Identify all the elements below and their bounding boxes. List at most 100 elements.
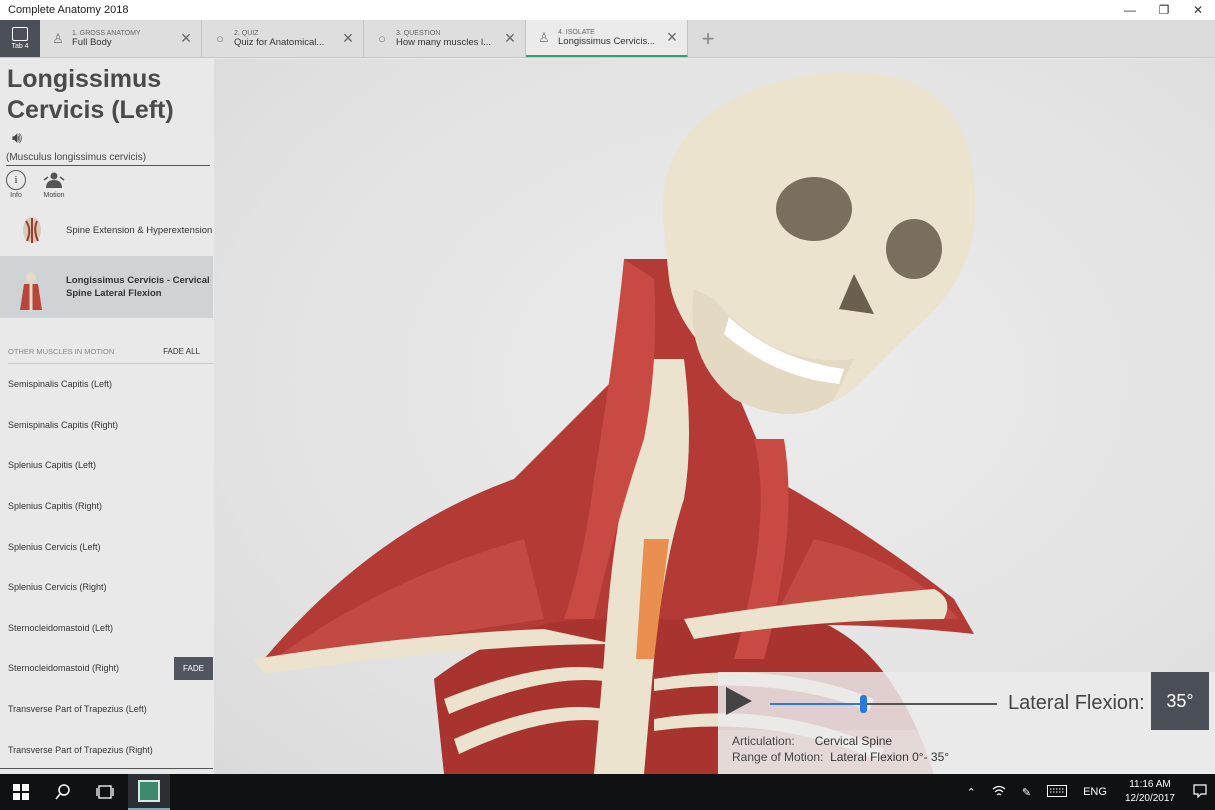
muscle-name: Transverse Part of Trapezius (Left) — [8, 704, 147, 715]
system-tray: ⌃ ✎ ENG 11:16 AM 12/20/2017 — [959, 774, 1215, 810]
motion-label: Lateral Flexion: — [1008, 692, 1145, 714]
close-tab-icon[interactable]: × — [339, 28, 357, 49]
tab-title: Longissimus Cervicis... — [558, 35, 656, 47]
search-icon[interactable] — [42, 774, 84, 810]
other-muscles-header: OTHER MUSCLES IN MOTION FADE ALL — [8, 340, 214, 364]
restore-button[interactable]: ❐ — [1147, 0, 1181, 20]
clock-date: 12/20/2017 — [1124, 793, 1175, 804]
latin-name: (Musculus longissimus cervicis) — [6, 152, 210, 166]
tab-category: 4. ISOLATE — [558, 28, 595, 36]
list-item[interactable]: Splenius Cervicis (Right) — [0, 567, 214, 608]
tab-gross-anatomy[interactable]: ♙ 1. GROSS ANATOMY Full Body × — [40, 20, 202, 57]
list-item[interactable]: Sternocleidomastoid (Right) FADE — [0, 648, 214, 689]
close-tab-icon[interactable]: × — [663, 27, 681, 48]
task-view-icon[interactable] — [84, 774, 126, 810]
list-item[interactable]: Semispinalis Capitis (Left) — [0, 364, 214, 405]
list-item[interactable]: Splenius Capitis (Right) — [0, 486, 214, 527]
motion-item-spine-extension[interactable]: Spine Extension & Hyperextension — [0, 208, 214, 252]
notifications-icon[interactable] — [1185, 783, 1215, 801]
tab-overview-button[interactable]: Tab 4 — [0, 20, 40, 57]
anatomy-model-image — [254, 72, 976, 774]
pen-icon[interactable]: ✎ — [1014, 786, 1039, 799]
pronounce-speaker-icon[interactable]: 🔊︎ — [0, 126, 214, 150]
tab-count-label: Tab 4 — [11, 43, 29, 50]
tab-category: 3. QUESTION — [396, 29, 441, 37]
app-logo-icon — [138, 780, 160, 802]
quiz-icon: ○ — [216, 31, 224, 46]
motion-item-lateral-flexion[interactable]: Longissimus Cervicis - Cervical Spine La… — [0, 256, 213, 318]
list-item[interactable]: Splenius Cervicis (Left) — [0, 526, 214, 567]
muscle-name: Sternocleidomastoid (Right) — [8, 663, 120, 674]
motion-icon — [43, 170, 65, 190]
articulation-value: Cervical Spine — [814, 734, 893, 748]
tab-isolate[interactable]: ♙ 4. ISOLATE Longissimus Cervicis... × — [526, 20, 688, 57]
motion-mode-label: Motion — [43, 192, 65, 199]
list-item[interactable]: Transverse Part of Trapezius (Left) — [0, 689, 214, 730]
app-title: Complete Anatomy 2018 — [8, 4, 129, 16]
anatomy-3d-viewport[interactable] — [214, 59, 1215, 774]
panel-divider — [0, 768, 213, 769]
muscle-name: Splenius Cervicis (Left) — [8, 541, 101, 552]
windows-start-icon[interactable] — [0, 774, 42, 810]
windows-taskbar: ⌃ ✎ ENG 11:16 AM 12/20/2017 — [0, 774, 1215, 810]
close-tab-icon[interactable]: × — [501, 28, 519, 49]
question-icon: ○ — [378, 31, 386, 46]
muscle-title: Longissimus Cervicis (Left) — [7, 65, 174, 124]
tabs-icon — [12, 27, 28, 41]
muscle-name: Splenius Cervicis (Right) — [8, 582, 107, 593]
fade-button[interactable]: FADE — [174, 656, 213, 680]
other-muscles-title: OTHER MUSCLES IN MOTION — [8, 347, 115, 356]
tab-quiz[interactable]: ○ 2. QUIZ Quiz for Anatomical... × — [202, 20, 364, 57]
close-window-button[interactable]: ✕ — [1181, 0, 1215, 20]
other-muscles-list: Semispinalis Capitis (Left) Semispinalis… — [0, 364, 214, 770]
person-icon: ♙ — [52, 30, 64, 46]
clock[interactable]: 11:16 AM 12/20/2017 — [1115, 778, 1185, 806]
tab-strip: Tab 4 ♙ 1. GROSS ANATOMY Full Body × ○ 2… — [0, 20, 1215, 58]
info-mode-button[interactable]: i Info — [4, 170, 28, 208]
motion-item-label: Longissimus Cervicis - Cervical Spine La… — [66, 275, 210, 299]
articulation-key: Articulation: — [732, 734, 795, 748]
minimize-button[interactable]: — — [1113, 0, 1147, 20]
muscle-name: Semispinalis Capitis (Left) — [8, 379, 113, 390]
tab-category: 1. GROSS ANATOMY — [72, 29, 141, 37]
person-icon: ♙ — [538, 29, 550, 45]
list-item[interactable]: Splenius Capitis (Left) — [0, 445, 214, 486]
complete-anatomy-app-icon[interactable] — [128, 774, 170, 810]
tab-question[interactable]: ○ 3. QUESTION How many muscles l... × — [364, 20, 526, 57]
motion-slider-fill — [770, 703, 863, 705]
range-of-motion-value: Lateral Flexion 0°- 35° — [830, 750, 950, 764]
motion-control: Lateral Flexion: 35° Articulation: Cervi… — [718, 672, 1215, 774]
close-tab-icon[interactable]: × — [177, 28, 195, 49]
info-icon: i — [6, 170, 26, 190]
tab-title: Quiz for Anatomical... — [234, 36, 325, 48]
play-icon[interactable] — [726, 687, 752, 715]
info-mode-label: Info — [10, 192, 22, 199]
new-tab-button[interactable]: + — [688, 20, 728, 57]
panel-modes: i Info Motion — [0, 166, 214, 208]
muscle-info-panel: Longissimus Cervicis (Left) 🔊︎ (Musculus… — [0, 59, 214, 774]
spine-thumbnail-icon — [16, 213, 46, 247]
motion-item-label: Spine Extension & Hyperextension — [66, 224, 213, 236]
input-language[interactable]: ENG — [1075, 786, 1115, 798]
keyboard-icon[interactable] — [1039, 784, 1075, 800]
muscle-name: Splenius Capitis (Left) — [8, 460, 97, 471]
clock-time: 11:16 AM — [1129, 779, 1171, 790]
chevron-up-icon[interactable]: ⌃ — [959, 786, 984, 799]
tab-category: 2. QUIZ — [234, 29, 259, 37]
muscle-name: Sternocleidomastoid (Left) — [8, 622, 114, 633]
motion-mode-button[interactable]: Motion — [42, 170, 66, 208]
list-item[interactable]: Semispinalis Capitis (Right) — [0, 405, 214, 446]
motion-details: Articulation: Cervical Spine Range of Mo… — [718, 730, 1215, 774]
motion-slider-handle[interactable] — [860, 695, 867, 713]
muscle-name: Transverse Part of Trapezius (Right) — [8, 744, 153, 755]
fade-all-button[interactable]: FADE ALL — [163, 347, 200, 356]
list-item[interactable]: Transverse Part of Trapezius (Right) — [0, 729, 214, 770]
title-bar: Complete Anatomy 2018 — ❐ ✕ — [0, 0, 1215, 20]
motion-control-bar: Lateral Flexion: 35° — [718, 672, 1215, 730]
muscle-name: Semispinalis Capitis (Right) — [8, 419, 119, 430]
wifi-icon[interactable] — [984, 785, 1014, 800]
muscle-name: Splenius Capitis (Right) — [8, 501, 103, 512]
motion-value-badge: 35° — [1151, 672, 1209, 730]
neck-thumbnail-icon — [16, 270, 46, 312]
list-item[interactable]: Sternocleidomastoid (Left) — [0, 608, 214, 649]
